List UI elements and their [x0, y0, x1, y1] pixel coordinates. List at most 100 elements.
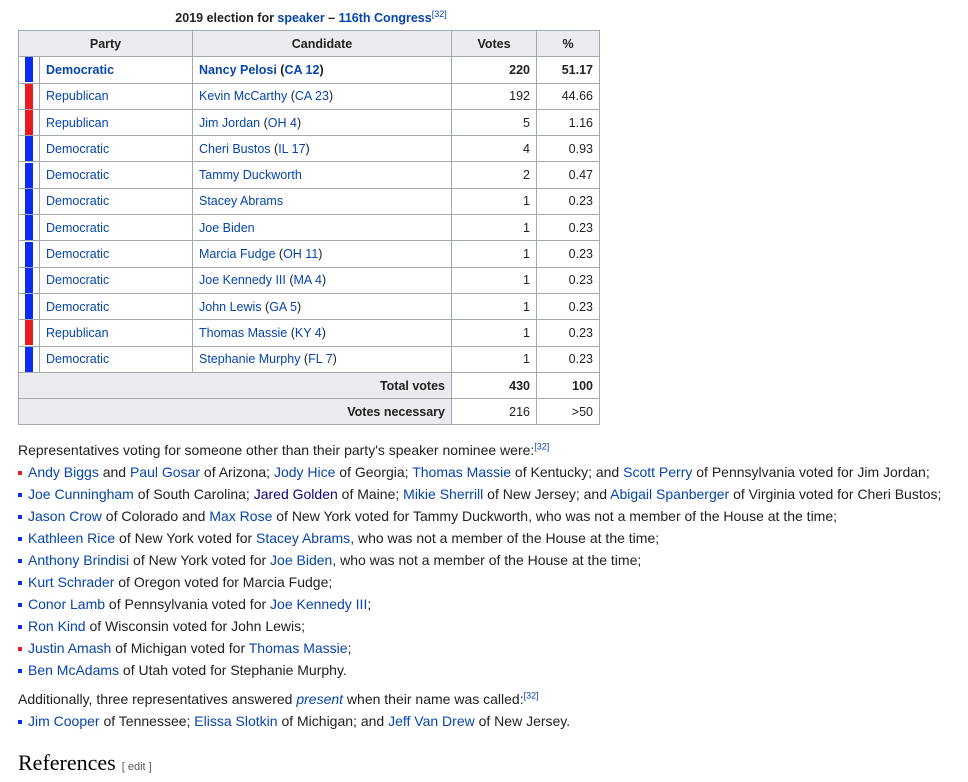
district-link[interactable]: CA 23	[295, 89, 329, 103]
list-text: of New Jersey.	[474, 713, 571, 729]
table-row: Democratic John Lewis (GA 5) 1 0.23	[18, 292, 600, 321]
district-link[interactable]: GA 5	[269, 300, 297, 314]
representative-link[interactable]: Mikie Sherrill	[403, 486, 483, 502]
list-text: of Pennsylvania voted for Jim Jordan;	[692, 464, 930, 480]
present-intro: Additionally, three representatives answ…	[18, 689, 539, 709]
representative-link[interactable]: Justin Amash	[28, 640, 111, 656]
candidate-link[interactable]: Jim Jordan	[199, 116, 260, 130]
party-bullet-icon	[18, 581, 22, 585]
list-text: of Colorado and	[101, 508, 210, 524]
representative-link[interactable]: Paul Gosar	[130, 464, 200, 480]
list-text: of Arizona;	[200, 464, 274, 480]
candidate-link[interactable]: Cheri Bustos	[199, 142, 271, 156]
district-link[interactable]: MA 4	[294, 273, 323, 287]
votes-cell: 5	[451, 108, 537, 137]
candidate-link[interactable]: Marcia Fudge	[199, 247, 275, 261]
representative-link[interactable]: Jody Hice	[274, 464, 335, 480]
list-text: of Michigan voted for	[111, 640, 249, 656]
representative-link[interactable]: Jeff Van Drew	[388, 713, 475, 729]
speaker-link[interactable]: speaker	[277, 11, 324, 25]
party-color-swatch	[18, 108, 40, 137]
candidate-link[interactable]: John Lewis	[199, 300, 262, 314]
representative-link[interactable]: Scott Perry	[623, 464, 692, 480]
district-link[interactable]: IL 17	[278, 142, 305, 156]
representative-link[interactable]: Thomas Massie	[249, 640, 348, 656]
present-link[interactable]: present	[296, 691, 343, 707]
representative-link[interactable]: Andy Biggs	[28, 464, 99, 480]
party-link[interactable]: Democratic	[46, 300, 109, 314]
list-text: of Virginia voted for Cheri Bustos;	[729, 486, 942, 502]
party-link[interactable]: Republican	[46, 326, 109, 340]
citation-link[interactable]: [32]	[534, 441, 549, 451]
percent-cell: 0.23	[536, 266, 600, 294]
party-link[interactable]: Democratic	[46, 63, 114, 77]
percent-cell: 1.16	[536, 108, 600, 137]
representative-link[interactable]: Anthony Brindisi	[28, 552, 129, 568]
total-votes-value: 430	[451, 371, 537, 400]
representative-link[interactable]: Jim Cooper	[28, 713, 100, 729]
representative-link[interactable]: Max Rose	[209, 508, 272, 524]
percent-cell: 0.47	[536, 161, 600, 189]
list-text: ;	[347, 640, 352, 656]
district-link[interactable]: OH 4	[268, 116, 297, 130]
representative-link[interactable]: Kurt Schrader	[28, 574, 114, 590]
votes-cell: 192	[451, 82, 537, 110]
candidate-link[interactable]: Kevin McCarthy	[199, 89, 287, 103]
party-link[interactable]: Republican	[46, 89, 109, 103]
list-text: of Wisconsin voted for John Lewis;	[85, 618, 306, 634]
representative-link[interactable]: Jared Golden	[254, 486, 338, 502]
district-link[interactable]: KY 4	[295, 326, 322, 340]
representative-link[interactable]: Abigail Spanberger	[610, 486, 729, 502]
table-row: Republican Jim Jordan (OH 4) 5 1.16	[18, 108, 600, 137]
candidate-link[interactable]: Joe Biden	[199, 221, 255, 235]
references-edit-link[interactable]: [ edit ]	[122, 761, 152, 773]
party-link[interactable]: Democratic	[46, 352, 109, 366]
party-link[interactable]: Democratic	[46, 168, 109, 182]
representative-link[interactable]: Joe Biden	[270, 552, 332, 568]
party-link[interactable]: Democratic	[46, 142, 109, 156]
party-color-swatch	[18, 319, 40, 347]
table-caption: 2019 election for speaker – 116th Congre…	[18, 8, 604, 28]
party-link[interactable]: Democratic	[46, 194, 109, 208]
defection-list: Andy Biggs and Paul Gosar of Arizona; Jo…	[18, 461, 941, 681]
representative-link[interactable]: Stacey Abrams	[256, 530, 350, 546]
list-text: of South Carolina;	[133, 486, 254, 502]
party-color-swatch	[18, 345, 40, 373]
district-link[interactable]: OH 11	[283, 247, 318, 261]
district-link[interactable]: CA 12	[284, 63, 319, 77]
candidate-link[interactable]: Stacey Abrams	[199, 194, 283, 208]
representative-link[interactable]: Joe Cunningham	[28, 486, 134, 502]
representative-link[interactable]: Ron Kind	[28, 618, 86, 634]
total-votes-row: Total votes 430 100	[18, 371, 600, 400]
representative-link[interactable]: Elissa Slotkin	[194, 713, 277, 729]
percent-cell: 0.23	[536, 214, 600, 242]
representative-link[interactable]: Jason Crow	[28, 508, 102, 524]
party-link[interactable]: Democratic	[46, 273, 109, 287]
representative-link[interactable]: Thomas Massie	[412, 464, 511, 480]
representative-link[interactable]: Joe Kennedy III	[270, 596, 367, 612]
candidate-link[interactable]: Stephanie Murphy	[199, 352, 300, 366]
votes-cell: 1	[451, 214, 537, 242]
citation-link[interactable]: [32]	[524, 690, 539, 700]
candidate-link[interactable]: Thomas Massie	[199, 326, 287, 340]
list-text: ;	[367, 596, 372, 612]
party-link[interactable]: Democratic	[46, 221, 109, 235]
representative-link[interactable]: Conor Lamb	[28, 596, 105, 612]
citation-link[interactable]: [32]	[432, 9, 447, 19]
list-text: of Pennsylvania voted for	[105, 596, 271, 612]
candidate-link[interactable]: Nancy Pelosi	[199, 63, 277, 77]
candidate-link[interactable]: Joe Kennedy III	[199, 273, 286, 287]
party-color-swatch	[18, 240, 40, 268]
party-link[interactable]: Republican	[46, 116, 109, 130]
table-row: Democratic Stacey Abrams 1 0.23	[18, 187, 600, 216]
district-link[interactable]: FL 7	[308, 352, 333, 366]
candidate-link[interactable]: Tammy Duckworth	[199, 168, 302, 182]
congress-link[interactable]: 116th Congress	[339, 11, 432, 25]
votes-cell: 1	[451, 319, 537, 347]
list-item: Jim Cooper of Tennessee; Elissa Slotkin …	[18, 710, 570, 732]
party-link[interactable]: Democratic	[46, 247, 109, 261]
representative-link[interactable]: Kathleen Rice	[28, 530, 115, 546]
representative-link[interactable]: Ben McAdams	[28, 662, 119, 678]
list-item: Joe Cunningham of South Carolina; Jared …	[18, 483, 941, 505]
header-votes: Votes	[451, 29, 537, 58]
